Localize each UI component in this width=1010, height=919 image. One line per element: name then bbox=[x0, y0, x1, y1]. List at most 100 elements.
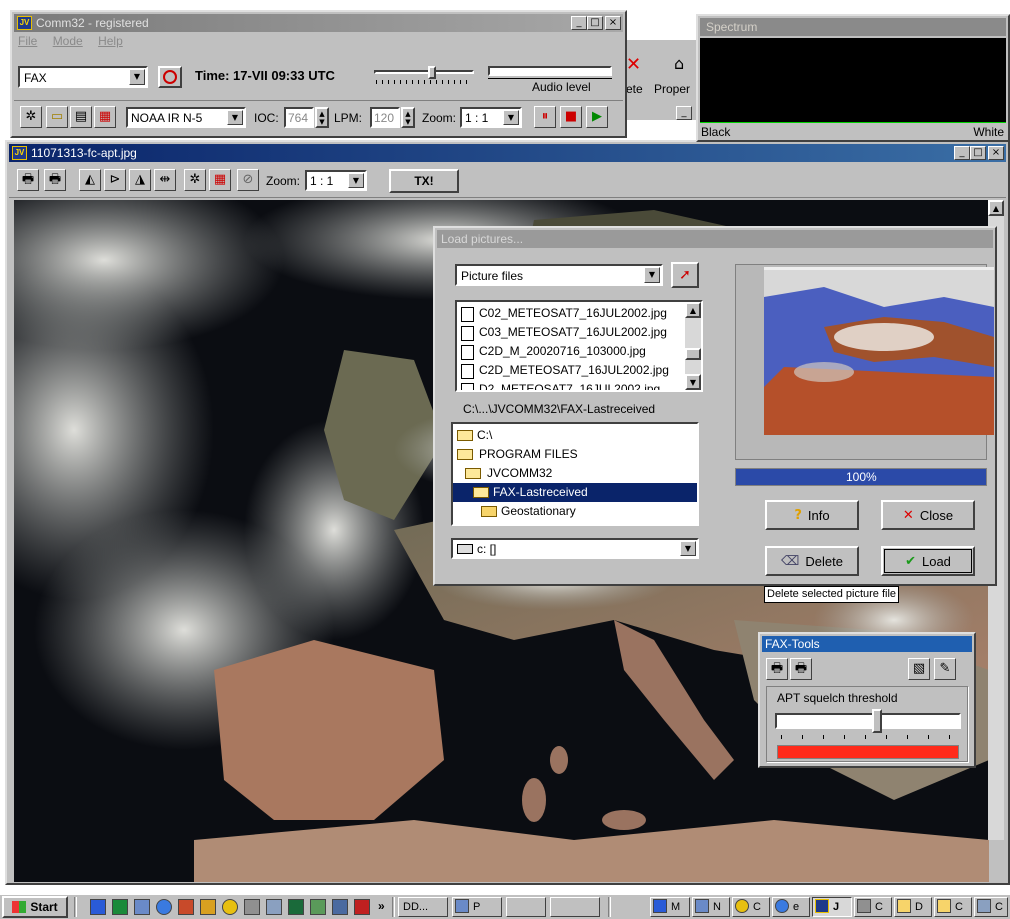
mirror-icon[interactable]: ⊳ bbox=[104, 169, 126, 191]
split-icon[interactable]: ⇹ bbox=[154, 169, 176, 191]
file-filter-select[interactable]: Picture files ▼ bbox=[455, 264, 663, 286]
taskbar-item[interactable] bbox=[550, 897, 600, 917]
zoom-select[interactable]: 1 : 1 ▼ bbox=[460, 107, 522, 128]
tuning-slider-thumb[interactable] bbox=[428, 66, 436, 79]
taskbar-item[interactable]: D bbox=[894, 897, 932, 917]
record-icon[interactable]: ■ bbox=[560, 106, 582, 128]
image-zoom-select[interactable]: 1 : 1 ▼ bbox=[305, 170, 367, 191]
dir-item-program-files[interactable]: PROGRAM FILES bbox=[453, 445, 697, 464]
dir-item-geostationary[interactable]: Geostationary bbox=[453, 502, 697, 521]
print-setup-icon[interactable]: 🖶 bbox=[44, 169, 66, 191]
file-item[interactable]: C2D_M_20020716_103000.jpg bbox=[457, 342, 701, 361]
document-icon[interactable] bbox=[288, 899, 304, 915]
file-item[interactable]: C03_METEOSAT7_16JUL2002.jpg bbox=[457, 323, 701, 342]
scroll-up-icon[interactable]: ▲ bbox=[988, 200, 1004, 216]
taskbar-item[interactable]: e bbox=[772, 897, 810, 917]
flip-horizontal-icon[interactable]: ◭ bbox=[79, 169, 101, 191]
taskbar-item[interactable]: C bbox=[974, 897, 1008, 917]
delete-toolbar-label[interactable]: ete bbox=[626, 82, 643, 96]
maximize-button[interactable]: □ bbox=[970, 146, 986, 160]
image-icon[interactable] bbox=[310, 899, 326, 915]
file-list[interactable]: C02_METEOSAT7_16JUL2002.jpg C03_METEOSAT… bbox=[455, 300, 703, 392]
balloon-icon[interactable] bbox=[222, 899, 238, 915]
word-icon[interactable] bbox=[90, 899, 106, 915]
menu-help[interactable]: Help bbox=[98, 34, 123, 48]
color-palette-icon[interactable]: ▦ bbox=[209, 169, 231, 191]
taskbar-item[interactable]: N bbox=[692, 897, 730, 917]
properties-toolbar-icon[interactable]: ⌂ bbox=[674, 54, 684, 73]
dir-item-fax-lastreceived[interactable]: FAX-Lastreceived bbox=[453, 483, 697, 502]
taskbar-item[interactable]: C bbox=[934, 897, 972, 917]
file-item[interactable]: C2D_METEOSAT7_16JUL2002.jpg bbox=[457, 361, 701, 380]
scanner-icon[interactable] bbox=[266, 899, 282, 915]
cancel-icon[interactable]: ⊘ bbox=[237, 169, 259, 191]
tools-icon[interactable]: ✲ bbox=[184, 169, 206, 191]
pdf-icon[interactable] bbox=[354, 899, 370, 915]
tx-button[interactable]: TX! bbox=[389, 169, 459, 193]
menu-file[interactable]: File bbox=[18, 34, 37, 48]
satellite-select[interactable]: NOAA IR N-5 ▼ bbox=[126, 107, 246, 128]
tools-icon[interactable]: ✲ bbox=[20, 106, 42, 128]
taskbar-item[interactable]: DD... bbox=[398, 897, 448, 917]
scroll-down-icon[interactable]: ▼ bbox=[685, 374, 701, 390]
spectrum-titlebar[interactable]: Spectrum bbox=[700, 18, 1006, 36]
print-icon[interactable]: 🖶 bbox=[766, 658, 788, 680]
delete-button[interactable]: ⌫ Delete bbox=[765, 546, 859, 576]
comm32-titlebar[interactable]: JV Comm32 - registered _ □ × bbox=[14, 14, 623, 32]
ioc-stepper[interactable]: ▲ ▼ bbox=[315, 107, 329, 128]
monitor-icon[interactable] bbox=[332, 899, 348, 915]
fax-tools-titlebar[interactable]: FAX-Tools bbox=[762, 636, 972, 652]
scroll-up-icon[interactable]: ▲ bbox=[685, 302, 701, 318]
taskbar-item[interactable]: C bbox=[732, 897, 770, 917]
pointer-button[interactable]: ➚ bbox=[671, 262, 699, 288]
taskbar-item[interactable]: P bbox=[452, 897, 502, 917]
picture-icon[interactable]: ▧ bbox=[908, 658, 930, 680]
dir-item-jvcomm32[interactable]: JVCOMM32 bbox=[453, 464, 697, 483]
camera-icon[interactable] bbox=[244, 899, 260, 915]
save-icon[interactable]: ▤ bbox=[70, 106, 92, 128]
paint-icon[interactable] bbox=[178, 899, 194, 915]
excel-icon[interactable] bbox=[112, 899, 128, 915]
drive-select[interactable]: c: [] ▼ bbox=[451, 538, 699, 559]
taskbar-item-active[interactable]: J bbox=[812, 897, 852, 917]
lpm-stepper[interactable]: ▲ ▼ bbox=[401, 107, 415, 128]
file-list-scrollbar[interactable]: ▲ ▼ bbox=[685, 302, 701, 390]
ioc-input[interactable]: 764 bbox=[284, 107, 314, 128]
info-button[interactable]: ? Info bbox=[765, 500, 859, 530]
close-dialog-button[interactable]: ✕ Close bbox=[881, 500, 975, 530]
directory-tree[interactable]: C:\ PROGRAM FILES JVCOMM32 FAX-Lastrecei… bbox=[451, 422, 699, 526]
mode-select[interactable]: FAX ▼ bbox=[18, 66, 148, 88]
print-setup-icon[interactable]: 🖶 bbox=[790, 658, 812, 680]
network-icon[interactable] bbox=[134, 899, 150, 915]
dir-item-root[interactable]: C:\ bbox=[453, 426, 697, 445]
taskbar-item[interactable] bbox=[506, 897, 546, 917]
close-button[interactable]: × bbox=[988, 146, 1004, 160]
lpm-input[interactable]: 120 bbox=[370, 107, 400, 128]
background-minimize-button[interactable]: _ bbox=[676, 106, 692, 120]
color-palette-icon[interactable]: ▦ bbox=[94, 106, 116, 128]
clock-button[interactable] bbox=[158, 66, 182, 88]
minimize-button[interactable]: _ bbox=[954, 146, 970, 160]
taskbar-item[interactable]: C bbox=[854, 897, 892, 917]
close-button[interactable]: × bbox=[605, 16, 621, 30]
start-button[interactable]: Start bbox=[2, 896, 68, 918]
pencil-icon[interactable]: ✎ bbox=[934, 658, 956, 680]
chart-icon[interactable] bbox=[200, 899, 216, 915]
image-window-titlebar[interactable]: JV 11071313-fc-apt.jpg _ □ × bbox=[9, 144, 1006, 162]
squelch-slider-thumb[interactable] bbox=[872, 709, 883, 733]
quicklaunch-overflow[interactable]: » bbox=[378, 899, 385, 913]
play-icon[interactable]: ▶ bbox=[586, 106, 608, 128]
tuning-slider[interactable] bbox=[372, 66, 476, 88]
file-item[interactable]: D2_METEOSAT7_16JUL2002.jpg bbox=[457, 380, 701, 390]
load-dialog-titlebar[interactable]: Load pictures... bbox=[437, 230, 993, 248]
print-icon[interactable]: 🖶 bbox=[17, 169, 39, 191]
rotate-icon[interactable]: ◮ bbox=[129, 169, 151, 191]
taskbar-item[interactable]: M bbox=[650, 897, 690, 917]
open-folder-icon[interactable]: ▭ bbox=[46, 106, 68, 128]
minimize-button[interactable]: _ bbox=[571, 16, 587, 30]
browser-icon[interactable] bbox=[156, 899, 172, 915]
scrollbar-thumb[interactable] bbox=[685, 348, 701, 360]
stop-icon[interactable]: ⏸ bbox=[534, 106, 556, 128]
load-button[interactable]: ✔ Load bbox=[881, 546, 975, 576]
menu-mode[interactable]: Mode bbox=[53, 34, 83, 48]
